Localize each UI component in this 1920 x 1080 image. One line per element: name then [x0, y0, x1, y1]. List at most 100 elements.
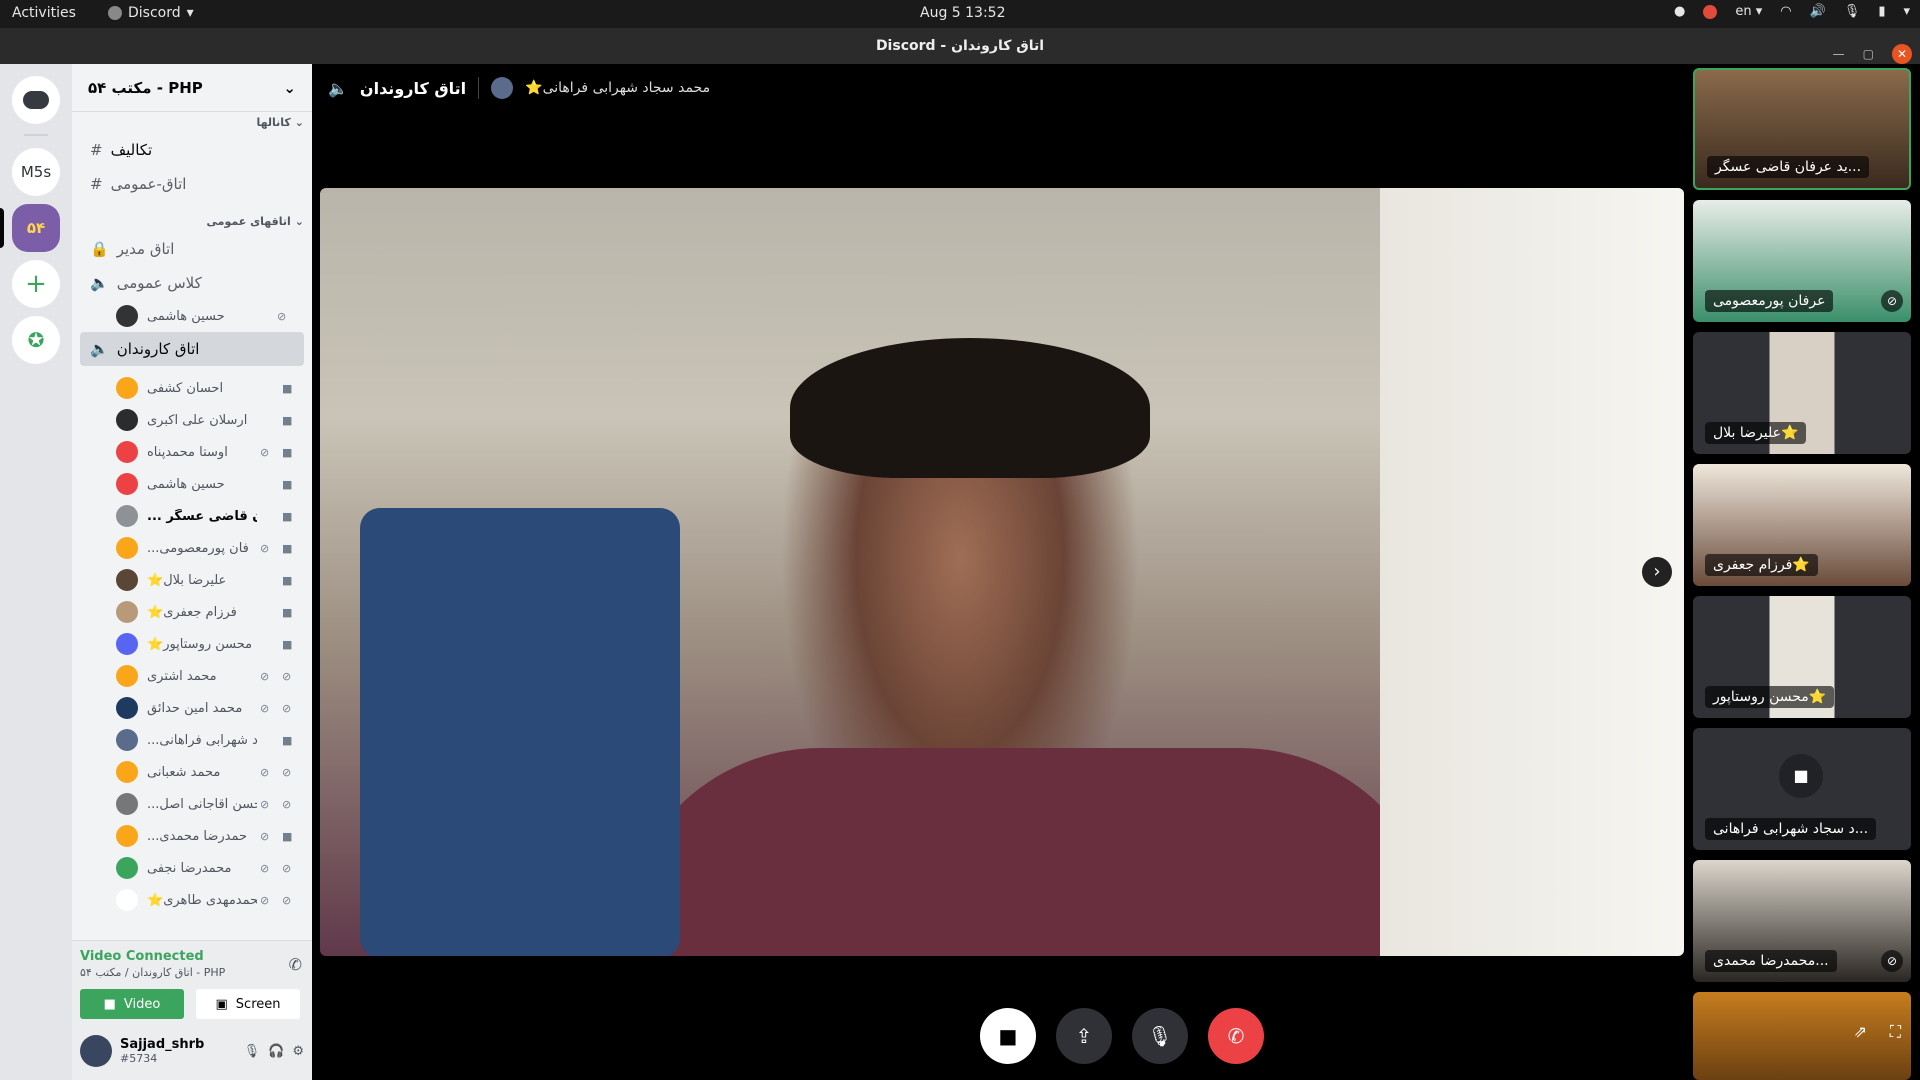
- user-panel: Sajjad_shrb #5734 🎙 🎧 ⚙: [72, 1022, 312, 1080]
- voice-user[interactable]: حسین هاشمی ⊘: [72, 300, 312, 332]
- channel-voice-admin[interactable]: 🔒 اتاق مدیر: [72, 232, 312, 266]
- app-menu[interactable]: Discord ▾: [108, 5, 194, 21]
- explore-servers-button[interactable]: ✪: [12, 316, 60, 364]
- mic-muted-icon: ⊘: [282, 669, 292, 683]
- video-button[interactable]: ■ Video: [80, 989, 184, 1019]
- home-button[interactable]: [12, 76, 60, 124]
- avatar: [116, 473, 138, 495]
- voice-member[interactable]: محمد اشتری ⊘ ⊘: [72, 660, 312, 692]
- server-header[interactable]: مکتب ۵۴ - PHP ⌄: [72, 64, 312, 112]
- server-icon-m5s[interactable]: M5s: [12, 148, 60, 196]
- category-text[interactable]: ⌄ کانالها: [72, 112, 312, 133]
- participant-tile[interactable]: ⭐علیرضا بلال: [1693, 332, 1911, 454]
- discord-tray-icon[interactable]: ●: [1674, 4, 1685, 19]
- camera-icon: ■: [282, 477, 293, 491]
- channel-label: اتاق مدیر: [116, 240, 175, 258]
- avatar: [116, 697, 138, 719]
- add-server-button[interactable]: +: [12, 260, 60, 308]
- voice-status[interactable]: Video Connected: [80, 949, 304, 964]
- voice-member[interactable]: حسین هاشمی ■: [72, 468, 312, 500]
- stage-channel-name: اتاق کاروندان: [359, 78, 467, 98]
- system-tray[interactable]: ● en ▾ ◠ 🔊 🎙 ▮ ▾: [1674, 4, 1910, 19]
- voice-member[interactable]: محمد امین حدائق ⊘ ⊘: [72, 692, 312, 724]
- clock[interactable]: Aug 5 13:52: [920, 5, 1006, 21]
- camera-icon: ■: [282, 445, 293, 459]
- next-arrow-button[interactable]: ›: [1642, 557, 1672, 587]
- voice-member[interactable]: ...فان پورمعصومی ⊘ ■: [72, 532, 312, 564]
- channel-text-2[interactable]: # اتاق-عمومی: [72, 167, 312, 201]
- camera-toggle-button[interactable]: ■: [980, 1008, 1036, 1064]
- stage-header: 🔈 اتاق کاروندان ⭐محمد سجاد شهرابی فراهان…: [328, 76, 710, 100]
- mic-muted-icon: ⊘: [1881, 290, 1903, 312]
- channel-text-1[interactable]: # تکالیف: [72, 133, 312, 167]
- participant-tile[interactable]: عرفان پورمعصومی ⊘: [1693, 200, 1911, 322]
- screen-share-button[interactable]: ▣ Screen: [196, 989, 300, 1019]
- voice-member[interactable]: اوستا محمدپناه ⊘ ■: [72, 436, 312, 468]
- voice-member[interactable]: ...جاد شهرابی فراهانی ■: [72, 724, 312, 756]
- disconnect-call-button[interactable]: ✆: [1208, 1008, 1264, 1064]
- avatar[interactable]: [80, 1035, 112, 1067]
- username: Sajjad_shrb: [120, 1037, 205, 1052]
- voice-member[interactable]: ⭐محمدمهدی طاهری ⊘ ⊘: [72, 884, 312, 916]
- mic-muted-icon: ⊘: [282, 797, 292, 811]
- chrome-icon[interactable]: [1703, 4, 1718, 19]
- voice-member[interactable]: ...محسن آقاجانی اصل⊘⊘: [72, 788, 312, 820]
- category-voice[interactable]: ⌄ اتاقهای عمومی: [72, 211, 312, 232]
- participant-tile[interactable]: ■ ...د سجاد شهرابی فراهانی: [1693, 728, 1911, 850]
- chevron-down-icon: ⌄: [283, 78, 296, 97]
- voice-location[interactable]: اتاق کاروندان / مکتب ۵۴ - PHP: [80, 966, 304, 979]
- screen-share-toggle-button[interactable]: ⇪: [1056, 1008, 1112, 1064]
- popout-icon[interactable]: ⇗: [1854, 1022, 1867, 1041]
- settings-gear-icon[interactable]: ⚙: [292, 1044, 304, 1059]
- avatar: [116, 889, 138, 911]
- call-controls: ■ ⇪ 🎙 ✆: [980, 1008, 1264, 1064]
- stage-speaker-name[interactable]: ⭐محمد سجاد شهرابی فراهانی: [525, 80, 710, 96]
- headphones-icon[interactable]: 🎧: [268, 1044, 284, 1059]
- voice-member-name: ⭐محسن روستاپور: [147, 636, 253, 652]
- channel-voice-current[interactable]: 🔈 اتاق کاروندان: [80, 332, 304, 366]
- voice-member[interactable]: ... عرفان قاضی عسگر ■: [72, 500, 312, 532]
- hash-icon: #: [90, 141, 103, 159]
- chevron-down-icon: ▾: [186, 5, 194, 21]
- channel-voice-class[interactable]: 🔈 کلاس عمومی: [72, 266, 312, 300]
- participant-tile[interactable]: ...ید عرفان قاضی عسگر: [1693, 68, 1911, 190]
- voice-member-list: احسان کشفی ■ ارسلان علی اکبری ■ اوستا محمدپن…: [72, 372, 312, 916]
- discord-icon: [108, 6, 122, 20]
- camera-icon: ■: [282, 733, 293, 747]
- voice-member[interactable]: ⭐فرزام جعفری ■: [72, 596, 312, 628]
- voice-member[interactable]: محمد شعبانی ⊘ ⊘: [72, 756, 312, 788]
- voice-member[interactable]: ⭐محسن روستاپور ■: [72, 628, 312, 660]
- voice-member-name: محمد شعبانی: [147, 764, 221, 780]
- channel-label: تکالیف: [110, 141, 153, 159]
- participant-tile[interactable]: ⭐فرزام جعفری: [1693, 464, 1911, 586]
- tile-discord-placeholder[interactable]: ⇗ ⛶: [1693, 992, 1911, 1080]
- participant-tile[interactable]: ⭐محسن روستاپور: [1693, 596, 1911, 718]
- language-indicator[interactable]: en ▾: [1735, 4, 1762, 19]
- mic-toggle-button[interactable]: 🎙: [1132, 1008, 1188, 1064]
- server-icon-php[interactable]: ۵۴: [12, 204, 60, 252]
- camera-icon: ■: [1779, 754, 1823, 798]
- participant-tile[interactable]: ...محمدرضا محمدی ⊘: [1693, 860, 1911, 982]
- main-video-feed[interactable]: [320, 188, 1684, 956]
- volume-icon: 🔊: [1809, 4, 1826, 19]
- screen-share-icon: ⇪: [1075, 1024, 1093, 1048]
- discord-logo-icon: [23, 91, 49, 109]
- activities-button[interactable]: Activities: [12, 5, 76, 21]
- video-hair: [790, 338, 1150, 478]
- server-label: ۵۴: [26, 219, 46, 237]
- voice-member[interactable]: محمدرضا نجفی ⊘ ⊘: [72, 852, 312, 884]
- server-name: مکتب ۵۴ - PHP: [88, 78, 203, 97]
- voice-member-name: ارسلان علی اکبری: [147, 412, 248, 428]
- fullscreen-icon[interactable]: ⛶: [1890, 1022, 1901, 1042]
- language-label: en: [1735, 4, 1752, 19]
- voice-member[interactable]: ارسلان علی اکبری ■: [72, 404, 312, 436]
- voice-member[interactable]: احسان کشفی ■: [72, 372, 312, 404]
- voice-member[interactable]: ...حمدرضا محمدی ⊘ ■: [72, 820, 312, 852]
- voice-member[interactable]: ⭐علیرضا بلال ■: [72, 564, 312, 596]
- mic-muted-icon: ⊘: [282, 701, 292, 715]
- server-label: M5s: [20, 163, 52, 181]
- close-button[interactable]: ✕: [1892, 44, 1912, 64]
- disconnect-icon[interactable]: ✆: [289, 955, 302, 974]
- mic-icon[interactable]: 🎙: [244, 1044, 261, 1059]
- voice-member-name: حسین هاشمی: [147, 476, 225, 492]
